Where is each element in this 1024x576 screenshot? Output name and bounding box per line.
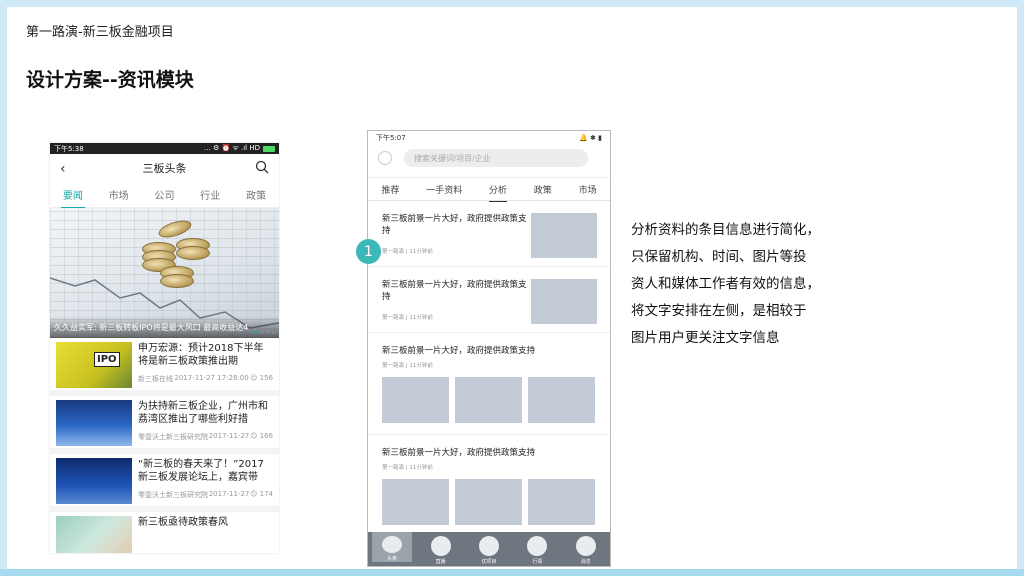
news-source: 零壹沃土新三板研究院 xyxy=(138,433,208,441)
annotation-badge: 1 xyxy=(356,239,381,264)
phone-mockup-redesign: 下午5:07 🔔 ✱ ▮ 推荐 一手资料 分析 政策 市场 新三板前景一片大好，… xyxy=(367,130,611,567)
category-tabs: 要闻 市场 公司 行业 政策 xyxy=(50,182,279,209)
news-time: 2017-11-27 xyxy=(208,490,250,498)
category-tabs: 推荐 一手资料 分析 政策 市场 xyxy=(368,177,610,202)
tab-hangye[interactable]: 行业 xyxy=(200,187,220,202)
search-input[interactable] xyxy=(404,149,588,167)
tab-shichang[interactable]: 市场 xyxy=(109,187,129,202)
tabbar-icon xyxy=(575,536,596,556)
image-placeholder xyxy=(382,377,449,423)
image-placeholder xyxy=(528,479,595,525)
list-item[interactable]: 新三板前景一片大好，政府提供政策支持 第一路演 | 11分钟前 xyxy=(368,201,610,267)
tabbar-icon xyxy=(430,536,451,556)
coin xyxy=(176,246,210,260)
view-count: ☺ 174 xyxy=(250,490,273,498)
tab-tuijian[interactable]: 推荐 xyxy=(381,183,399,196)
view-count: ☺ 166 xyxy=(250,432,273,440)
tabbar-item-zhibo[interactable]: 直播 xyxy=(421,536,461,565)
status-icons: ... ⚙ ⏰ ᯤ .ıl HD xyxy=(204,144,260,152)
list-item[interactable]: IPO 申万宏源：预计2018下半年将是新三板政策推出期 新三板在线 2017-… xyxy=(50,338,279,396)
phone-mockup-original: 下午5:38 ... ⚙ ⏰ ᯤ .ıl HD ‹ 三板头条 要闻 市场 公司 … xyxy=(50,143,279,553)
back-arrow-icon[interactable]: ‹ xyxy=(60,161,66,177)
item-meta: 第一路演 | 11分钟前 xyxy=(382,363,433,369)
tab-yishouziliao[interactable]: 一手资料 xyxy=(426,183,462,196)
tab-yaowen[interactable]: 要闻 xyxy=(60,187,85,209)
status-icons: 🔔 ✱ ▮ xyxy=(579,134,602,142)
tabbar-item-xiaoxi[interactable]: 消息 xyxy=(566,536,606,565)
list-item[interactable]: 新三板前景一片大好，政府提供政策支持 第一路演 | 11分钟前 xyxy=(368,333,610,435)
news-thumbnail xyxy=(56,516,132,553)
list-item[interactable]: 为扶持新三板企业，广州市和荔湾区推出了哪些利好措 零壹沃土新三板研究院 2017… xyxy=(50,396,279,454)
item-title: 新三板前景一片大好，政府提供政策支持 xyxy=(382,448,536,458)
tab-shichang[interactable]: 市场 xyxy=(579,183,597,196)
search-icon[interactable] xyxy=(255,160,269,174)
item-title: 新三板前景一片大好，政府提供政策支持 xyxy=(382,280,527,302)
image-placeholder xyxy=(528,377,595,423)
list-item[interactable]: 新三板前景一片大好，政府提供政策支持 第一路演 | 11分钟前 xyxy=(368,267,610,333)
description-line: 分析资料的条目信息进行简化， xyxy=(631,222,820,238)
search-row xyxy=(368,145,610,171)
list-item[interactable]: 新三板亟待政策春风 xyxy=(50,512,279,553)
image-placeholder xyxy=(531,213,597,258)
banner-carousel[interactable]: 久久益实军: 新三板转板IPO将是最大风口 最高收益达4 xyxy=(50,208,279,338)
image-placeholder xyxy=(455,377,522,423)
tabbar-icon xyxy=(478,536,499,556)
battery-icon xyxy=(263,145,275,152)
app-header: ‹ 三板头条 xyxy=(50,154,279,182)
tabbar-item-hangqing[interactable]: 行情 xyxy=(517,536,557,565)
item-title: 新三板前景一片大好，政府提供政策支持 xyxy=(382,346,536,356)
item-meta: 第一路演 | 11分钟前 xyxy=(382,249,433,255)
news-title: 为扶持新三板企业，广州市和荔湾区推出了哪些利好措 xyxy=(138,401,268,425)
tabbar-item-toutiao[interactable]: 头条 xyxy=(372,532,413,562)
image-placeholder xyxy=(455,479,522,525)
page-title: 设计方案--资讯模块 xyxy=(26,69,194,91)
tab-gongsi[interactable]: 公司 xyxy=(154,187,174,202)
status-time: 下午5:07 xyxy=(376,134,406,142)
news-source: 零壹沃土新三板研究院 xyxy=(138,491,208,499)
news-time: 2017-11-27 xyxy=(208,432,250,440)
header-title: 三板头条 xyxy=(142,162,187,175)
news-title: 申万宏源：预计2018下半年将是新三板政策推出期 xyxy=(138,343,264,367)
status-bar: 下午5:07 🔔 ✱ ▮ xyxy=(368,131,610,145)
news-thumbnail xyxy=(56,400,132,446)
description-line: 将文字安排在左侧，是相较于 xyxy=(631,303,807,319)
status-bar: 下午5:38 ... ⚙ ⏰ ᯤ .ıl HD xyxy=(50,143,279,154)
view-count: ☺ 156 xyxy=(250,374,273,382)
ipo-sign-icon: IPO xyxy=(94,352,120,367)
tab-zhengce[interactable]: 政策 xyxy=(534,183,552,196)
tabbar-item-youxiangmu[interactable]: 优项目 xyxy=(469,536,509,565)
slide: 第一路演-新三板金融项目 设计方案--资讯模块 下午5:38 ... ⚙ ⏰ ᯤ… xyxy=(7,7,1017,569)
tab-fenxi[interactable]: 分析 xyxy=(488,183,508,202)
item-title: 新三板前景一片大好，政府提供政策支持 xyxy=(382,214,527,236)
news-title: 新三板亟待政策春风 xyxy=(138,517,228,528)
description-line: 图片用户更关注文字信息 xyxy=(631,330,780,346)
image-placeholder xyxy=(531,279,597,324)
item-meta: 第一路演 | 11分钟前 xyxy=(382,315,433,321)
avatar[interactable] xyxy=(378,151,392,165)
description-text: 分析资料的条目信息进行简化， 只保留机构、时间、图片等投 资人和媒体工作者有效的… xyxy=(631,217,856,352)
banner-caption: 久久益实军: 新三板转板IPO将是最大风口 最高收益达4 xyxy=(50,316,279,338)
news-time: 2017-11-27 17:28:00 xyxy=(174,374,249,382)
carousel-dots xyxy=(254,331,275,334)
list-item[interactable]: “新三板的春天来了！”2017新三板发展论坛上，嘉宾带 零壹沃土新三板研究院 2… xyxy=(50,454,279,512)
list-item[interactable]: 新三板前景一片大好，政府提供政策支持 第一路演 | 11分钟前 xyxy=(368,435,610,537)
description-line: 只保留机构、时间、图片等投 xyxy=(631,249,807,265)
tab-zhengce[interactable]: 政策 xyxy=(246,187,266,202)
coin xyxy=(160,274,194,288)
news-source: 新三板在线 xyxy=(138,375,173,383)
item-meta: 第一路演 | 11分钟前 xyxy=(382,465,433,471)
image-placeholder xyxy=(382,479,449,525)
tabbar-icon xyxy=(382,536,403,553)
news-thumbnail: IPO xyxy=(56,342,132,388)
bottom-tab-bar: 头条 直播 优项目 行情 消息 xyxy=(368,532,610,566)
tabbar-icon xyxy=(527,536,548,556)
news-thumbnail xyxy=(56,458,132,504)
frame-border xyxy=(0,569,1024,576)
breadcrumb: 第一路演-新三板金融项目 xyxy=(26,25,174,40)
news-title: “新三板的春天来了！”2017新三板发展论坛上，嘉宾带 xyxy=(138,459,264,483)
description-line: 资人和媒体工作者有效的信息， xyxy=(631,276,820,292)
status-time: 下午5:38 xyxy=(54,144,84,153)
